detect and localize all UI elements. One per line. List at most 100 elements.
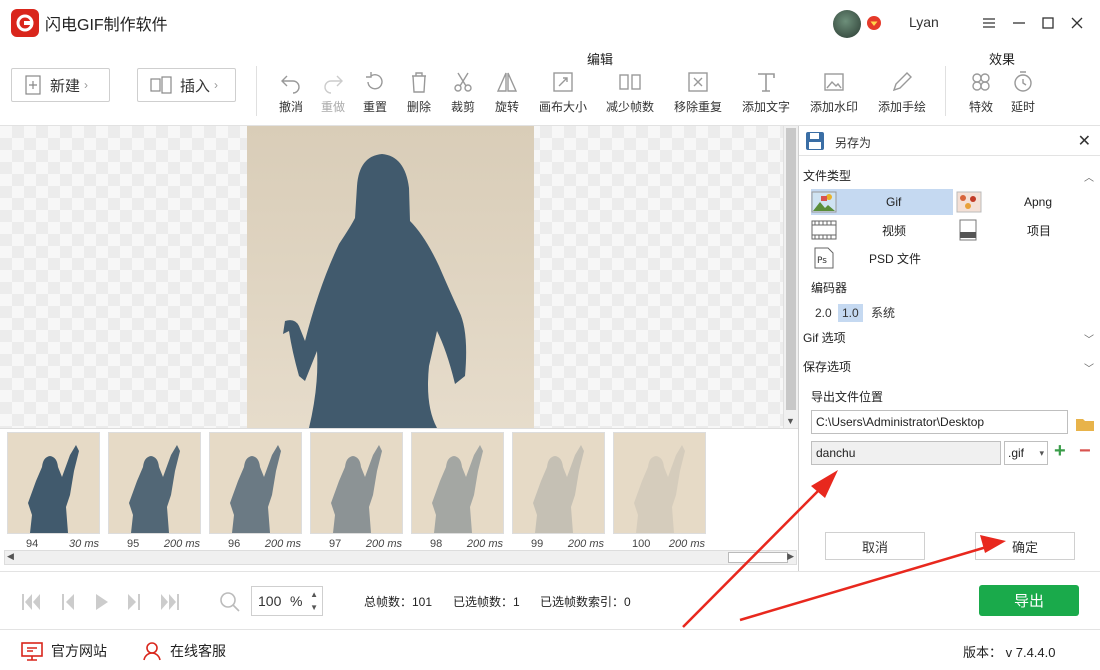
effects-button[interactable]: 特效: [966, 70, 996, 115]
filename-input[interactable]: danchu: [811, 441, 1001, 465]
frame-number: 95: [127, 538, 140, 550]
frame-delay: 200 ms: [668, 538, 705, 550]
canvas-size-button[interactable]: 画布大小: [536, 70, 590, 115]
insert-button[interactable]: 插入 ›: [137, 68, 236, 102]
frame-strip-scrollbar[interactable]: ◀ ▶: [4, 550, 797, 565]
encoder-system[interactable]: 系统: [867, 304, 899, 322]
vip-diamond-icon: [867, 16, 881, 30]
frame-thumbnail[interactable]: 96 200 ms: [209, 432, 302, 550]
add-watermark-label: 添加水印: [809, 100, 858, 114]
previous-frame-icon[interactable]: [58, 591, 80, 613]
delete-icon: [412, 72, 426, 93]
spin-down-icon[interactable]: ▼: [310, 594, 318, 622]
user-support-icon: [143, 642, 161, 661]
add-text-button[interactable]: 添加文字: [739, 70, 793, 115]
file-type-psd[interactable]: Ps PSD 文件: [811, 245, 953, 271]
undo-icon: [281, 75, 300, 94]
export-button[interactable]: 导出: [979, 585, 1079, 616]
zoom-icon: [220, 592, 240, 612]
frame-thumbnail[interactable]: 99 200 ms: [512, 432, 605, 550]
rotate-icon: [496, 72, 518, 92]
preview-canvas[interactable]: [0, 126, 783, 428]
export-location-title: 导出文件位置: [811, 390, 884, 404]
frame-thumbnail[interactable]: 97 200 ms: [310, 432, 403, 550]
official-website-link[interactable]: 官方网站: [21, 641, 107, 661]
add-drawing-button[interactable]: 添加手绘: [875, 70, 929, 115]
username[interactable]: Lyan: [909, 14, 939, 30]
encoder-2-0[interactable]: 2.0: [811, 304, 836, 322]
rotate-button[interactable]: 旋转: [492, 70, 522, 115]
file-type-gif[interactable]: Gif: [811, 189, 953, 215]
frame-delay: 30 ms: [69, 538, 99, 550]
file-type-video[interactable]: 视频: [811, 217, 953, 243]
zoom-value: 100: [258, 593, 282, 609]
scroll-thumb[interactable]: [728, 552, 788, 563]
undo-button[interactable]: 撤消: [276, 70, 306, 115]
reset-button[interactable]: 重置: [360, 70, 390, 115]
frame-number: 97: [329, 538, 342, 550]
file-type-apng[interactable]: Apng: [956, 189, 1096, 215]
frame-image: [513, 433, 604, 533]
delay-icon: [1014, 71, 1032, 92]
chevron-down-icon[interactable]: ﹀: [1084, 360, 1094, 375]
chevron-up-icon[interactable]: ︿: [1084, 169, 1094, 184]
apng-label: Apng: [1024, 195, 1053, 209]
redo-button[interactable]: 重做: [318, 70, 348, 115]
reduce-frames-label: 减少帧数: [605, 100, 654, 114]
crop-icon: [454, 72, 472, 92]
chevron-left-icon[interactable]: ◀: [7, 551, 14, 562]
remove-duplicates-label: 移除重复: [673, 100, 722, 114]
chevron-down-icon[interactable]: ▼: [786, 416, 795, 426]
file-type-project[interactable]: 项目: [956, 217, 1096, 243]
new-button[interactable]: 新建 ›: [11, 68, 110, 102]
gif-icon: [811, 191, 837, 213]
delete-button[interactable]: 删除: [404, 70, 434, 115]
add-text-label: 添加文字: [741, 100, 790, 114]
zoom-input[interactable]: 100 % ▲ ▼: [251, 586, 323, 616]
gif-options-title[interactable]: Gif 选项: [803, 329, 846, 346]
play-icon[interactable]: [90, 591, 112, 613]
scroll-thumb[interactable]: [786, 128, 796, 410]
video-icon: [811, 220, 837, 240]
delay-button[interactable]: 延时: [1008, 70, 1038, 115]
minimize-icon[interactable]: [1006, 10, 1032, 36]
chevron-down-icon[interactable]: ﹀: [1084, 331, 1094, 346]
remove-icon[interactable]: −: [1079, 440, 1091, 463]
last-frame-icon[interactable]: [159, 591, 181, 613]
online-support-link[interactable]: 在线客服: [142, 641, 226, 661]
crop-button[interactable]: 裁剪: [448, 70, 478, 115]
status-bar: 100 % ▲ ▼ 总帧数：101 已选帧数：1 已选帧数索引：0 导出: [0, 571, 1100, 629]
cancel-button[interactable]: 取消: [825, 532, 925, 560]
add-icon[interactable]: +: [1054, 440, 1066, 463]
frame-thumbnail[interactable]: 95 200 ms: [108, 432, 201, 550]
canvas-scrollbar[interactable]: ▼: [783, 126, 798, 428]
chevron-right-icon: ›: [84, 78, 89, 92]
menu-icon[interactable]: [976, 10, 1002, 36]
reduce-frames-button[interactable]: 减少帧数: [603, 70, 657, 115]
encoder-1-0[interactable]: 1.0: [838, 304, 863, 322]
extension-select[interactable]: .gif ▾: [1004, 441, 1048, 465]
path-input[interactable]: C:\Users\Administrator\Desktop: [811, 410, 1068, 434]
frame-number: 99: [531, 538, 544, 550]
frame-thumbnail[interactable]: 94 30 ms: [7, 432, 100, 550]
add-watermark-button[interactable]: 添加水印: [807, 70, 861, 115]
canvas-size-label: 画布大小: [538, 100, 587, 114]
add-drawing-label: 添加手绘: [877, 100, 926, 114]
close-icon[interactable]: ✕: [1078, 131, 1091, 151]
maximize-icon[interactable]: [1035, 10, 1061, 36]
save-options-title[interactable]: 保存选项: [803, 358, 851, 375]
remove-duplicates-button[interactable]: 移除重复: [671, 70, 725, 115]
effects-icon: [972, 73, 990, 91]
frame-thumbnail[interactable]: 100 200 ms: [613, 432, 706, 550]
confirm-button[interactable]: 确定: [975, 532, 1075, 560]
folder-icon[interactable]: [1075, 416, 1095, 432]
chevron-right-icon[interactable]: ▶: [787, 551, 794, 562]
frame-thumbnail[interactable]: 98 200 ms: [411, 432, 504, 550]
selected-frame-index: 已选帧数索引：0: [540, 595, 631, 609]
first-frame-icon[interactable]: [20, 591, 42, 613]
project-icon: [959, 219, 977, 241]
delete-label: 删除: [406, 100, 431, 114]
next-frame-icon[interactable]: [122, 591, 144, 613]
avatar[interactable]: [833, 10, 861, 38]
close-icon[interactable]: [1064, 10, 1090, 36]
